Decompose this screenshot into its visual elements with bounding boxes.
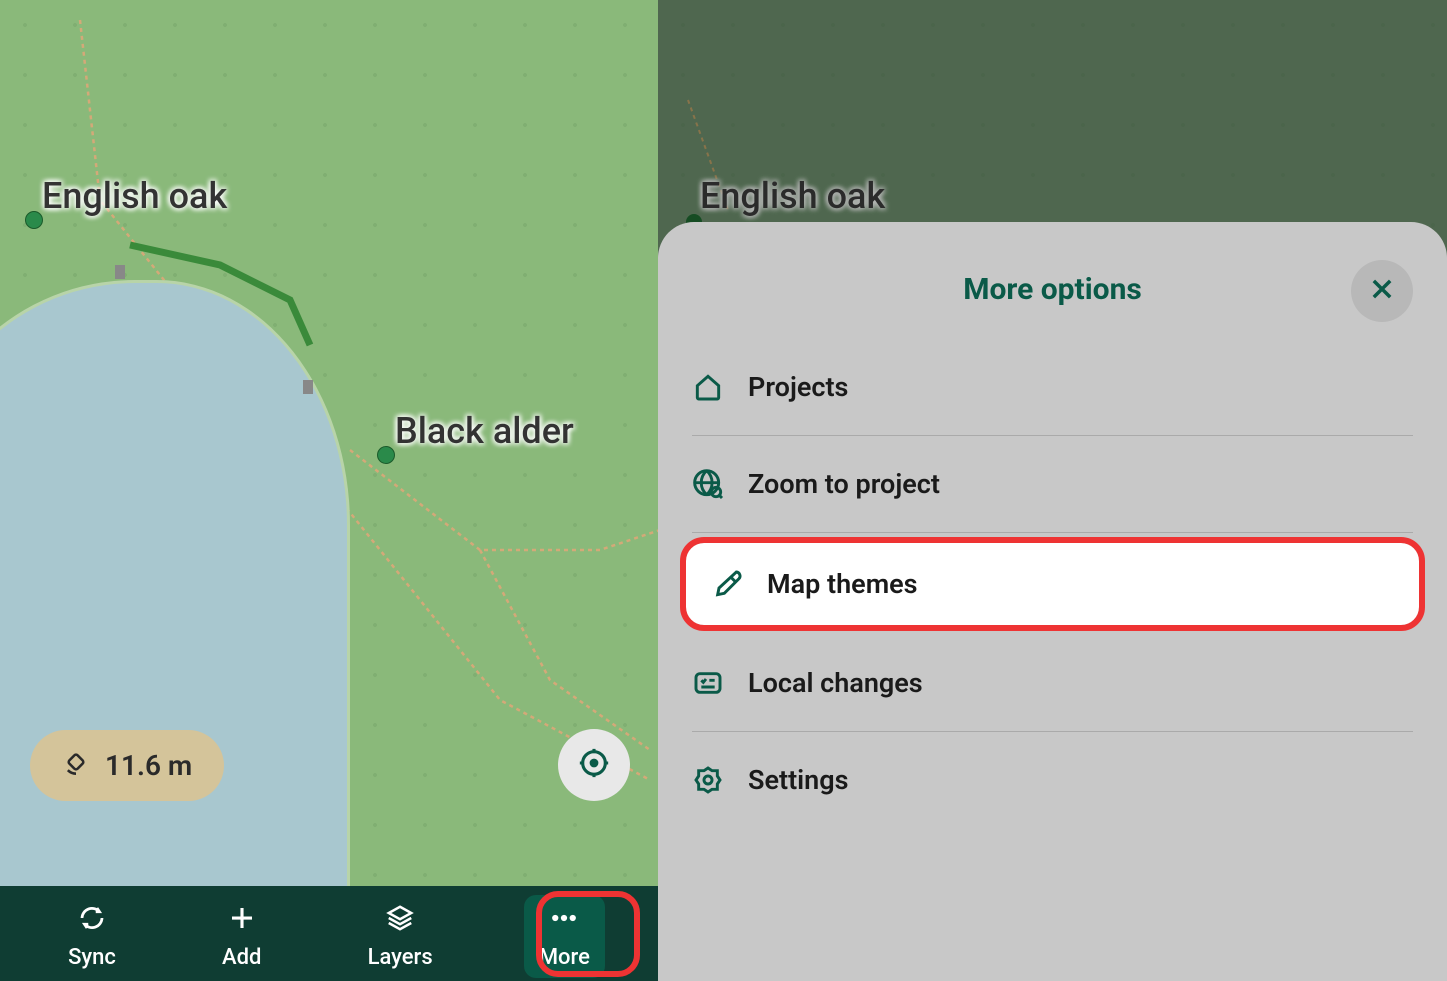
close-button[interactable] (1351, 260, 1413, 322)
panel-title: More options (963, 272, 1142, 307)
close-icon (1368, 275, 1396, 307)
more-dots-icon (549, 903, 579, 939)
nav-layers-label: Layers (368, 945, 433, 970)
nav-sync[interactable]: Sync (53, 895, 131, 978)
nav-add[interactable]: Add (207, 895, 276, 978)
menu-local-changes[interactable]: Local changes (692, 635, 1413, 732)
gear-icon (692, 764, 724, 796)
distance-indicator[interactable]: 11.6 m (30, 730, 224, 801)
label-english-oak: English oak (42, 175, 227, 217)
water-body (0, 280, 350, 980)
crosshair-icon (577, 746, 611, 784)
menu-local-label: Local changes (748, 667, 923, 699)
panel-header: More options (692, 252, 1413, 339)
brush-icon (711, 568, 743, 600)
nav-layers[interactable]: Layers (353, 895, 448, 978)
menu-map-themes[interactable]: Map themes (686, 543, 1419, 625)
sync-icon (77, 903, 107, 939)
menu-zoom[interactable]: Zoom to project (692, 436, 1413, 533)
label-black-alder: Black alder (395, 410, 574, 452)
map-view-right: English oak More options Projects (658, 0, 1447, 981)
more-options-panel: More options Projects (658, 222, 1447, 981)
nav-more-label: More (539, 945, 590, 970)
menu-projects-label: Projects (748, 371, 848, 403)
nav-more[interactable]: More (524, 895, 605, 978)
point-english-oak[interactable] (25, 211, 43, 229)
nav-sync-label: Sync (68, 945, 116, 970)
small-marker-2 (303, 380, 313, 394)
locate-button[interactable] (558, 729, 630, 801)
globe-search-icon (692, 468, 724, 500)
distance-value: 11.6 m (105, 749, 192, 782)
satellite-icon (62, 748, 90, 783)
menu-settings[interactable]: Settings (692, 732, 1413, 828)
bottom-navigation: Sync Add Layers (0, 886, 658, 981)
menu-list: Projects Zoom to project (692, 339, 1413, 828)
menu-settings-label: Settings (748, 764, 849, 796)
menu-zoom-label: Zoom to project (748, 468, 940, 500)
small-marker-1 (115, 265, 125, 279)
menu-projects[interactable]: Projects (692, 339, 1413, 436)
home-icon (692, 371, 724, 403)
list-check-icon (692, 667, 724, 699)
map-background[interactable]: English oak Black alder (0, 0, 658, 981)
plus-icon (227, 903, 257, 939)
map-view-left: English oak Black alder 11.6 m (0, 0, 658, 981)
menu-themes-label: Map themes (767, 568, 918, 600)
point-black-alder[interactable] (377, 446, 395, 464)
nav-add-label: Add (222, 945, 261, 970)
layers-icon (385, 903, 415, 939)
